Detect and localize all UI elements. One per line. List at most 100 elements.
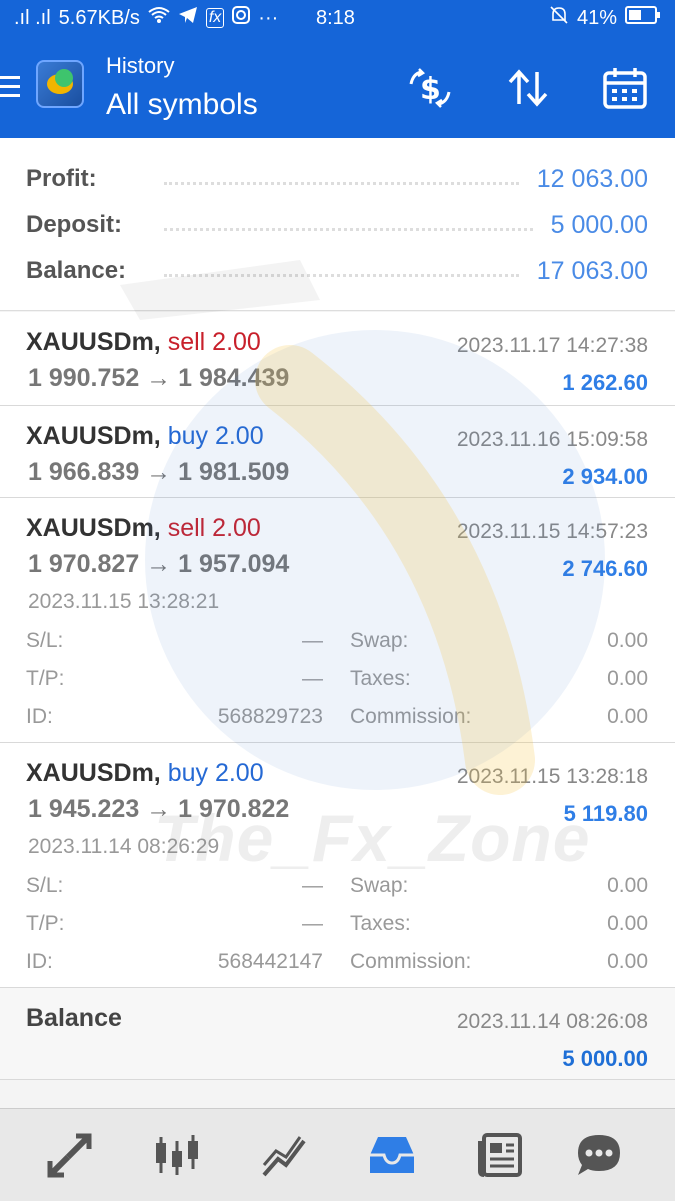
profit-label: Profit: <box>26 165 97 192</box>
sl-value: — <box>302 874 323 897</box>
telegram-icon <box>178 6 198 30</box>
signal-icon: .ıl .ıl <box>14 6 51 29</box>
swap-label: Swap: <box>350 629 409 652</box>
swap-value: 0.00 <box>607 874 648 897</box>
id-label: ID: <box>26 950 53 973</box>
taxes-label: Taxes: <box>350 912 411 935</box>
summary-panel: Profit: 12 063.00 Deposit: 5 000.00 Bala… <box>0 138 675 311</box>
deal-profit: 1 262.60 <box>562 370 648 395</box>
page-title[interactable]: All symbols <box>106 88 258 122</box>
currency-exchange-button[interactable]: $ <box>406 64 454 112</box>
deal-time: 2023.11.17 14:27:38 <box>456 334 648 357</box>
deal-price: 1 970.827 → 1 957.094 <box>28 550 290 578</box>
clock: 8:18 <box>316 6 355 29</box>
balance-op-label: Balance <box>26 1004 122 1032</box>
fx-app-icon: fx <box>205 8 225 28</box>
commission-label: Commission: <box>350 950 472 973</box>
bottom-navigation <box>0 1108 675 1201</box>
dot-leader <box>164 273 519 277</box>
deal-symbol: XAUUSDm, <box>26 422 161 450</box>
sl-label: S/L: <box>26 629 64 652</box>
sort-icon <box>508 69 548 107</box>
deal-time: 2023.11.16 15:09:58 <box>456 428 648 451</box>
balance-operation-item[interactable]: Balance 2023.11.14 08:26:08 5 000.00 <box>0 988 675 1080</box>
nav-trade-button[interactable] <box>42 1129 98 1181</box>
deal-symbol: XAUUSDm, <box>26 328 161 356</box>
deal-price: 1 966.839 → 1 981.509 <box>28 458 290 486</box>
profit-row: Profit: 12 063.00 <box>26 161 648 197</box>
nav-chart-button[interactable] <box>256 1129 312 1181</box>
commission-value: 0.00 <box>607 705 648 728</box>
calendar-button[interactable] <box>601 64 649 112</box>
sort-button[interactable] <box>504 64 552 112</box>
deal-open-time: 2023.11.15 13:28:21 <box>28 590 220 613</box>
tp-label: T/P: <box>26 667 65 690</box>
menu-icon[interactable] <box>0 76 20 98</box>
tp-value: — <box>302 912 323 935</box>
dot-leader <box>164 227 533 231</box>
deal-side: sell 2.00 <box>167 514 261 542</box>
taxes-value: 0.00 <box>607 912 648 935</box>
balance-value: 17 063.00 <box>536 256 648 285</box>
deal-side: sell 2.00 <box>167 328 261 356</box>
sl-value: — <box>302 629 323 652</box>
network-speed: 5.67KB/s <box>58 6 140 29</box>
currency-exchange-icon: $ <box>409 68 451 108</box>
deal-profit: 2 934.00 <box>562 464 648 489</box>
more-notifications-icon: ··· <box>258 6 279 29</box>
deal-side: buy 2.00 <box>167 422 264 450</box>
nav-news-button[interactable] <box>472 1129 528 1181</box>
deal-side: buy 2.00 <box>167 759 264 787</box>
app-logo-icon <box>36 60 84 108</box>
deal-symbol: XAUUSDm, <box>26 514 161 542</box>
chat-icon <box>578 1135 620 1175</box>
deposit-row: Deposit: 5 000.00 <box>26 207 648 243</box>
balance-op-value: 5 000.00 <box>562 1046 648 1071</box>
id-value: 568829723 <box>217 705 323 728</box>
id-value: 568442147 <box>217 950 323 973</box>
deal-time: 2023.11.15 14:57:23 <box>456 520 648 543</box>
wifi-icon <box>148 6 170 30</box>
bell-off-icon <box>549 5 569 31</box>
history-chart-icon <box>262 1136 306 1177</box>
deal-price: 1 945.223 → 1 970.822 <box>28 795 290 823</box>
chart-icon <box>156 1135 198 1175</box>
app-header: History All symbols $ <box>0 36 675 138</box>
dot-leader <box>164 181 519 185</box>
taxes-value: 0.00 <box>607 667 648 690</box>
deposit-label: Deposit: <box>26 211 122 238</box>
deal-open-time: 2023.11.14 08:26:29 <box>28 835 220 858</box>
section-title: History <box>106 53 175 78</box>
balance-label: Balance: <box>26 257 127 284</box>
tp-label: T/P: <box>26 912 65 935</box>
nav-chat-button[interactable] <box>571 1129 627 1181</box>
calendar-icon <box>603 68 647 109</box>
deal-profit: 2 746.60 <box>562 556 648 581</box>
commission-label: Commission: <box>350 705 472 728</box>
battery-percent: 41% <box>576 6 617 29</box>
deal-symbol: XAUUSDm, <box>26 759 161 787</box>
sl-label: S/L: <box>26 874 64 897</box>
profit-value: 12 063.00 <box>536 164 648 193</box>
deal-profit: 5 119.80 <box>563 801 648 826</box>
deal-item-expanded[interactable]: XAUUSDm, sell 2.00 2023.11.15 14:57:23 1… <box>0 498 675 743</box>
instagram-icon <box>232 6 251 30</box>
trade-icon <box>47 1133 92 1178</box>
nav-history-button[interactable] <box>364 1129 420 1181</box>
deal-item[interactable]: XAUUSDm, sell 2.00 2023.11.17 14:27:38 1… <box>0 312 675 406</box>
commission-value: 0.00 <box>607 950 648 973</box>
swap-label: Swap: <box>350 874 409 897</box>
deal-item[interactable]: XAUUSDm, buy 2.00 2023.11.16 15:09:58 1 … <box>0 406 675 498</box>
deal-item-expanded[interactable]: XAUUSDm, buy 2.00 2023.11.15 13:28:18 1 … <box>0 743 675 988</box>
tp-value: — <box>302 667 323 690</box>
nav-quotes-button[interactable] <box>149 1129 205 1181</box>
swap-value: 0.00 <box>607 629 648 652</box>
balance-op-time: 2023.11.14 08:26:08 <box>456 1010 648 1033</box>
id-label: ID: <box>26 705 53 728</box>
inbox-icon <box>370 1137 414 1173</box>
status-bar: .ıl .ıl 5.67KB/s fx ··· 8:18 41% <box>0 0 675 36</box>
deal-price: 1 990.752 → 1 984.439 <box>28 364 290 392</box>
balance-row: Balance: 17 063.00 <box>26 253 648 289</box>
news-icon <box>478 1133 522 1177</box>
taxes-label: Taxes: <box>350 667 411 690</box>
